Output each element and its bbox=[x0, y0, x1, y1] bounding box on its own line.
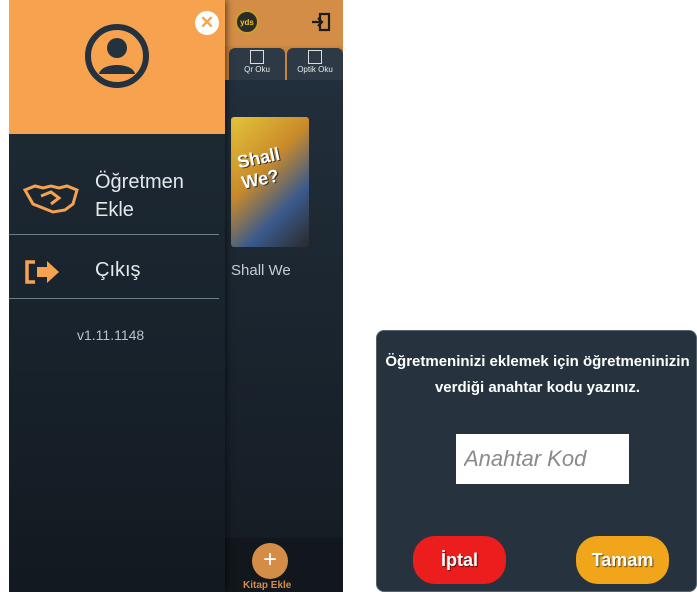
book-cover[interactable]: Shall We? bbox=[231, 117, 309, 247]
menu-item-logout[interactable]: Çıkış bbox=[9, 256, 225, 288]
add-book-label: Kitap Ekle bbox=[243, 580, 292, 591]
app-screen: yds Qr Oku Optik Oku Shall We? Shall We … bbox=[9, 0, 343, 592]
add-teacher-dialog: Öğretmeninizi eklemek için öğretmeninizi… bbox=[376, 330, 697, 592]
tab-optical-label: Optik Oku bbox=[297, 65, 333, 74]
menu-item-add-teacher-line1: Öğretmen bbox=[95, 171, 184, 193]
app-version: v1.11.1148 bbox=[77, 327, 145, 343]
tab-optical[interactable]: Optik Oku bbox=[287, 48, 343, 80]
handshake-icon bbox=[23, 184, 79, 214]
drawer-divider bbox=[9, 298, 219, 299]
login-icon[interactable] bbox=[311, 12, 331, 32]
menu-item-add-teacher[interactable]: Öğretmen Ekle bbox=[9, 168, 225, 226]
optical-scan-icon bbox=[308, 50, 322, 64]
tab-qr[interactable]: Qr Oku bbox=[229, 48, 285, 80]
dialog-message: Öğretmeninizi eklemek için öğretmeninizi… bbox=[377, 349, 697, 401]
sign-out-icon bbox=[25, 260, 59, 284]
book-cover-text: Shall We? bbox=[235, 143, 282, 193]
dialog-message-line1: Öğretmeninizi eklemek için öğretmeninizi… bbox=[385, 353, 690, 370]
menu-item-logout-label: Çıkış bbox=[95, 259, 141, 281]
book-title[interactable]: Shall We bbox=[231, 262, 291, 279]
dialog-message-line2: verdiği anahtar kodu yazınız. bbox=[434, 379, 641, 396]
drawer-divider bbox=[9, 234, 219, 235]
add-book-button[interactable]: + bbox=[252, 543, 288, 579]
ok-button[interactable]: Tamam bbox=[576, 536, 669, 584]
drawer-header: ✕ bbox=[9, 0, 225, 134]
yds-logo: yds bbox=[235, 10, 259, 34]
navigation-drawer: ✕ Öğretmen Ekle Çıkış v1.11.1148 bbox=[9, 0, 225, 592]
cancel-button[interactable]: İptal bbox=[413, 536, 506, 584]
tab-qr-label: Qr Oku bbox=[244, 65, 270, 74]
close-icon[interactable]: ✕ bbox=[195, 11, 219, 35]
qr-icon bbox=[250, 50, 264, 64]
menu-item-add-teacher-line2: Ekle bbox=[95, 199, 134, 221]
key-code-input[interactable] bbox=[456, 434, 629, 484]
user-avatar-icon bbox=[85, 24, 149, 88]
